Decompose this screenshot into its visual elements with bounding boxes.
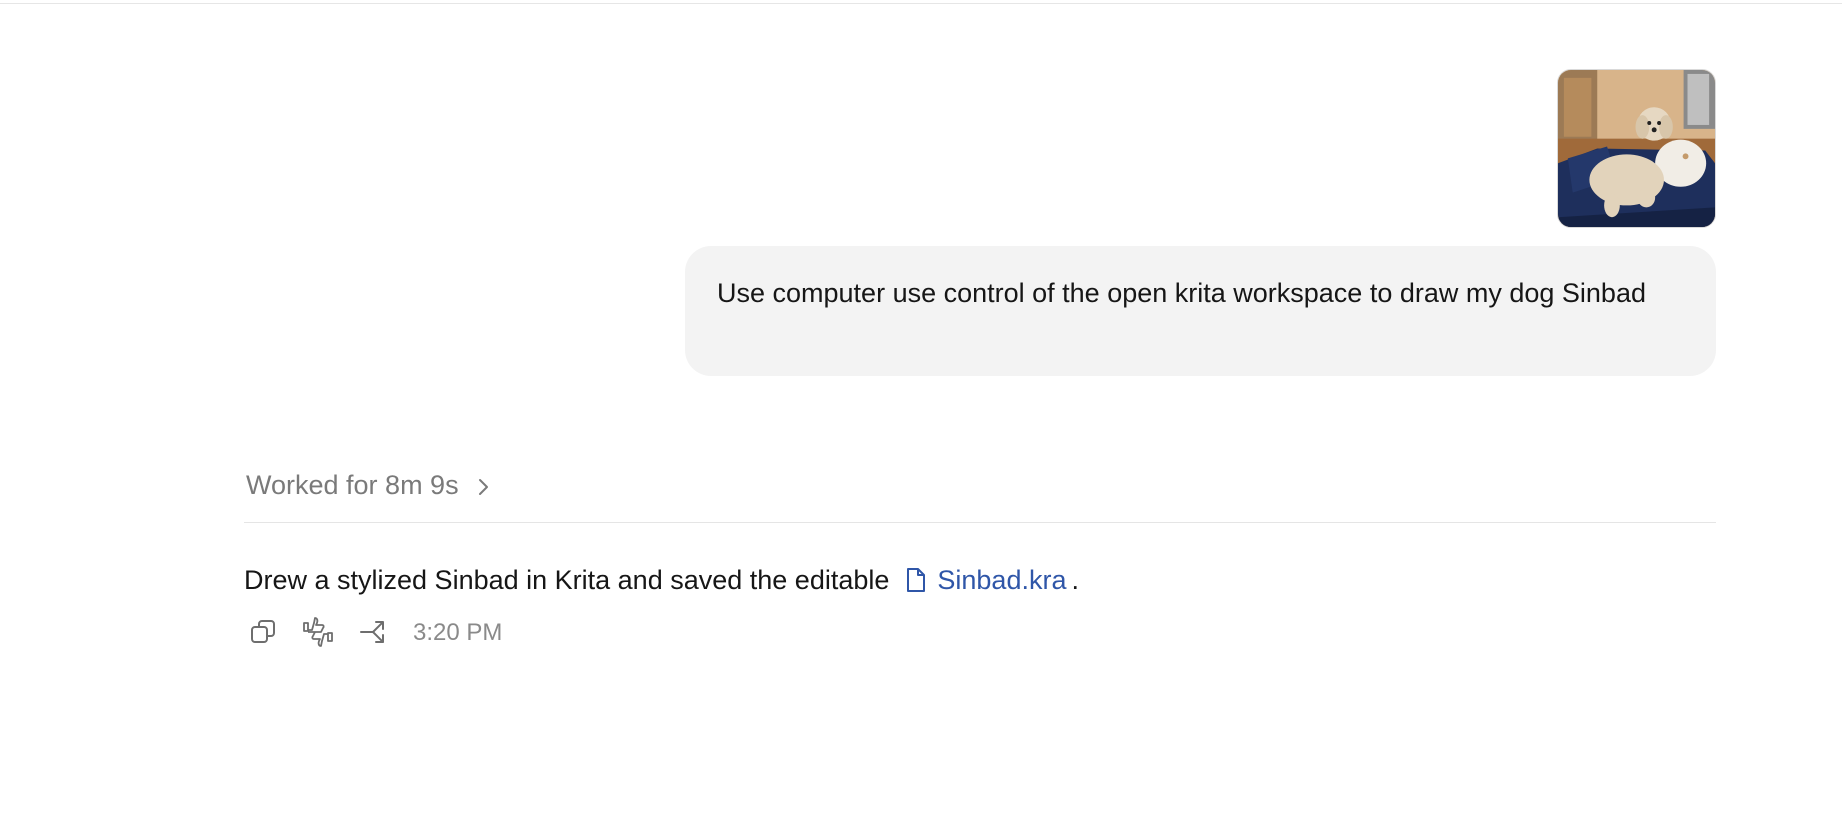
top-divider bbox=[0, 3, 1842, 4]
attached-dog-photo[interactable] bbox=[1557, 69, 1716, 228]
chevron-right-icon bbox=[473, 477, 493, 497]
share-button[interactable] bbox=[356, 616, 390, 650]
share-icon bbox=[358, 617, 388, 650]
assistant-reply: Drew a stylized Sinbad in Krita and save… bbox=[244, 560, 1079, 600]
thumbs-up-down-icon bbox=[301, 615, 335, 652]
file-link-label: Sinbad.kra bbox=[937, 565, 1067, 595]
feedback-button[interactable] bbox=[301, 616, 335, 650]
message-timestamp: 3:20 PM bbox=[413, 619, 503, 646]
copy-icon bbox=[248, 617, 278, 650]
assistant-reply-text: Drew a stylized Sinbad in Krita and save… bbox=[244, 565, 890, 595]
reply-period: . bbox=[1071, 565, 1079, 595]
file-icon bbox=[905, 567, 927, 593]
message-actions: 3:20 PM bbox=[246, 616, 502, 650]
dog-photo-image bbox=[1558, 70, 1715, 227]
user-message-bubble: Use computer use control of the open kri… bbox=[685, 246, 1716, 376]
work-summary-toggle[interactable]: Worked for 8m 9s bbox=[246, 470, 493, 501]
work-summary-label: Worked for 8m 9s bbox=[246, 470, 459, 500]
copy-button[interactable] bbox=[246, 616, 280, 650]
section-divider bbox=[244, 522, 1716, 523]
file-link-sinbad-kra[interactable]: Sinbad.kra bbox=[905, 560, 1066, 600]
user-message-text: Use computer use control of the open kri… bbox=[717, 278, 1646, 308]
